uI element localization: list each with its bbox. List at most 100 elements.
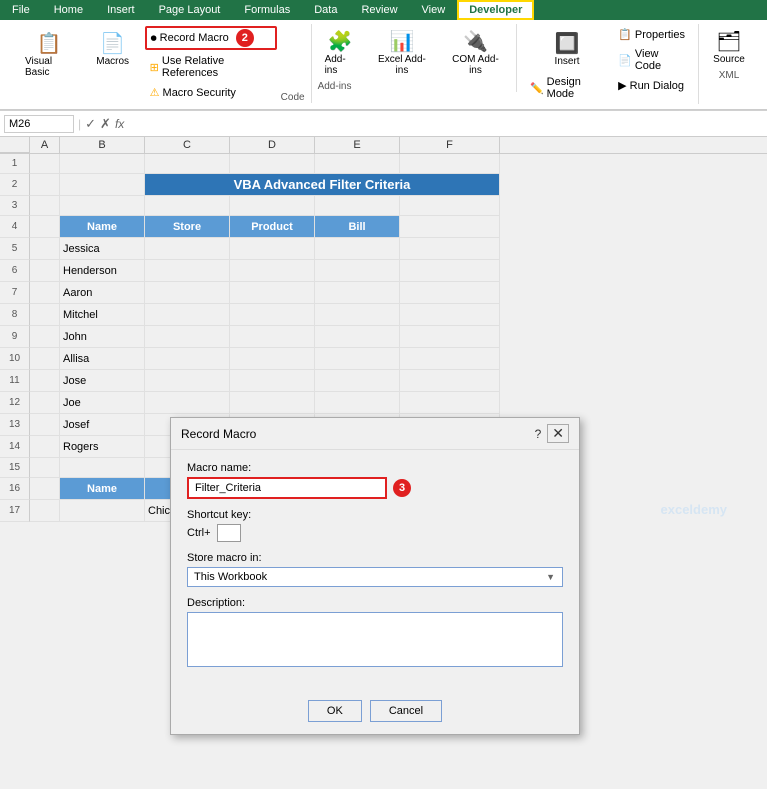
cell[interactable] [30,370,60,392]
addins-button[interactable]: 🧩 Add-ins [318,24,363,81]
name-allisa[interactable]: Allisa [60,348,145,370]
tab-file[interactable]: File [0,0,42,20]
cell[interactable] [230,348,315,370]
cell[interactable] [400,282,500,304]
shortcut-input[interactable] [217,524,241,542]
cell[interactable] [30,414,60,436]
insert-button[interactable]: 🔲 Insert [525,26,609,72]
cell[interactable] [230,196,315,216]
com-addins-button[interactable]: 🔌 COM Add-ins [441,24,510,81]
cell[interactable] [30,478,60,500]
dialog-close-button[interactable]: ✕ [547,424,569,443]
cell[interactable] [230,282,315,304]
cell[interactable] [315,238,400,260]
col-store-header[interactable]: Store [145,216,230,238]
cell[interactable] [400,326,500,348]
cell[interactable] [30,154,60,174]
description-input[interactable] [187,612,563,667]
cell[interactable] [145,238,230,260]
cell[interactable] [30,348,60,370]
name-mitchel[interactable]: Mitchel [60,304,145,326]
name-jessica[interactable]: Jessica [60,238,145,260]
name-henderson[interactable]: Henderson [60,260,145,282]
cell[interactable] [145,260,230,282]
cell[interactable] [315,154,400,174]
col-header-f[interactable]: F [400,137,500,153]
tab-page-layout[interactable]: Page Layout [147,0,233,20]
name-rogers[interactable]: Rogers [60,436,145,458]
cell[interactable] [60,196,145,216]
use-relative-button[interactable]: ⊞ Use Relative References [145,53,277,81]
cell[interactable] [30,500,60,522]
cell[interactable] [145,196,230,216]
cell[interactable] [60,500,145,522]
cell[interactable] [30,458,60,478]
cell[interactable] [315,282,400,304]
cell[interactable] [230,370,315,392]
tab-developer[interactable]: Developer [457,0,534,20]
col-header-b[interactable]: B [60,137,145,153]
cell[interactable] [315,304,400,326]
cell[interactable] [230,154,315,174]
cell[interactable] [400,216,500,238]
cell[interactable] [230,260,315,282]
store-in-select[interactable]: This Workbook Personal Macro Workbook Ne… [187,567,563,587]
run-dialog-button[interactable]: ▶ Run Dialog [613,77,690,94]
name-john[interactable]: John [60,326,145,348]
cell[interactable] [230,326,315,348]
cell[interactable] [400,260,500,282]
cell[interactable] [30,304,60,326]
cell[interactable] [400,238,500,260]
col-name-header[interactable]: Name [60,216,145,238]
col-header-c[interactable]: C [145,137,230,153]
cancel-button[interactable]: Cancel [370,700,442,722]
cell[interactable] [145,392,230,414]
excel-addins-button[interactable]: 📊 Excel Add-ins [367,24,437,81]
name-box[interactable] [4,115,74,133]
cell[interactable] [230,238,315,260]
name-aaron[interactable]: Aaron [60,282,145,304]
cell[interactable] [30,260,60,282]
cell[interactable] [315,260,400,282]
cell[interactable] [400,196,500,216]
cell[interactable] [60,458,145,478]
cell[interactable] [30,436,60,458]
tab-data[interactable]: Data [302,0,349,20]
cell[interactable] [315,326,400,348]
col-header-a[interactable]: A [30,137,60,153]
formula-input[interactable] [128,118,763,130]
cell[interactable] [400,392,500,414]
tab-view[interactable]: View [410,0,458,20]
cell[interactable] [145,348,230,370]
cell[interactable] [145,154,230,174]
cell[interactable] [30,216,60,238]
second-name-header[interactable]: Name [60,478,145,500]
cell[interactable] [145,370,230,392]
col-header-d[interactable]: D [230,137,315,153]
visual-basic-button[interactable]: 📋 Visual Basic [18,26,81,83]
cell[interactable] [400,348,500,370]
tab-insert[interactable]: Insert [95,0,147,20]
cell[interactable] [60,154,145,174]
name-jose[interactable]: Jose [60,370,145,392]
cell[interactable] [30,174,60,196]
cell[interactable] [145,326,230,348]
cell[interactable] [30,392,60,414]
name-joe[interactable]: Joe [60,392,145,414]
cell[interactable] [30,238,60,260]
cell[interactable] [315,392,400,414]
tab-review[interactable]: Review [349,0,409,20]
macros-button[interactable]: 📄 Macros [89,26,137,72]
macro-security-button[interactable]: ⚠ Macro Security [145,84,277,101]
cell[interactable] [30,196,60,216]
cell[interactable] [315,348,400,370]
macro-name-input[interactable] [187,477,387,499]
cell[interactable] [400,370,500,392]
title-cell[interactable]: VBA Advanced Filter Criteria [145,174,500,196]
cell[interactable] [145,304,230,326]
tab-home[interactable]: Home [42,0,95,20]
properties-button[interactable]: 📋 Properties [613,26,690,43]
cell[interactable] [30,326,60,348]
dialog-help-button[interactable]: ? [535,427,542,441]
name-josef[interactable]: Josef [60,414,145,436]
